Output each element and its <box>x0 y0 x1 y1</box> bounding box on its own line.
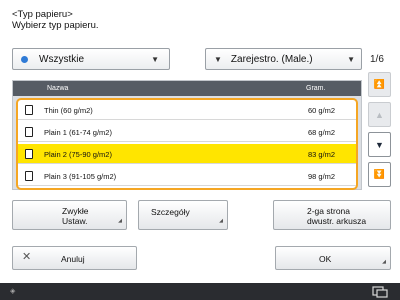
double-up-icon: ⏫ <box>373 79 386 89</box>
screen-header: <Typ papieru> Wybierz typ papieru. <box>12 9 99 31</box>
corner-arrow-icon: ◢ <box>118 218 122 224</box>
details-button[interactable]: Szczegóły ◢ <box>138 200 228 230</box>
paper-gram: 98 g/m2 <box>308 172 336 181</box>
list-item[interactable]: Thin (60 g/m2) 60 g/m2 <box>18 100 356 120</box>
corner-arrow-icon: ◢ <box>382 259 386 265</box>
paper-type-list: Nazwa Gram. Thin (60 g/m2) 60 g/m2 Plain… <box>12 80 362 190</box>
double-down-icon: ⏬ <box>373 169 386 179</box>
list-item[interactable]: Plain 1 (61-74 g/m2) 68 g/m2 <box>18 122 356 142</box>
chevron-down-icon: ▼ <box>347 54 355 64</box>
corner-arrow-icon: ◢ <box>219 218 223 224</box>
default-settings-line1: Zwykłe <box>62 206 89 216</box>
second-side-line1: 2-ga strona <box>307 206 350 216</box>
ok-button[interactable]: OK ◢ <box>275 246 391 270</box>
column-header-name: Nazwa <box>47 85 69 92</box>
category-value: Wszystkie <box>39 53 84 65</box>
paper-gram: 83 g/m2 <box>308 150 336 159</box>
paper-name: Thin (60 g/m2) <box>44 106 93 115</box>
paper-icon <box>25 127 33 137</box>
paper-icon <box>25 171 33 181</box>
sort-dropdown[interactable]: ▼ Zarejestro. (Male.) ▼ <box>205 48 362 70</box>
sort-order-icon: ▼ <box>214 54 222 64</box>
scroll-up-button[interactable]: ▲ <box>368 102 391 127</box>
default-settings-label: Zwykłe Ustaw. <box>62 206 88 226</box>
screen-instruction: Wybierz typ papieru. <box>12 20 99 31</box>
paper-icon <box>25 149 33 159</box>
paper-gram: 68 g/m2 <box>308 128 336 137</box>
details-label: Szczegóły <box>151 207 190 217</box>
list-item-selected[interactable]: Plain 2 (75-90 g/m2) 83 g/m2 <box>18 144 356 164</box>
default-settings-line2: Ustaw. <box>62 216 88 226</box>
category-dot-icon <box>21 55 28 63</box>
paper-gram: 60 g/m2 <box>308 106 336 115</box>
chevron-down-icon: ▼ <box>375 139 384 150</box>
cancel-button[interactable]: ✕ Anuluj <box>12 246 137 270</box>
network-icon[interactable] <box>372 285 388 298</box>
list-item[interactable]: Plain 3 (91-105 g/m2) 98 g/m2 <box>18 166 356 186</box>
sort-value: Zarejestro. (Male.) <box>230 53 313 65</box>
category-dropdown[interactable]: Wszystkie ▼ <box>12 48 170 70</box>
page-indicator: 1/6 <box>370 54 384 65</box>
paper-icon <box>25 105 33 115</box>
scroll-top-button[interactable]: ⏫ <box>368 72 391 97</box>
paper-name: Plain 3 (91-105 g/m2) <box>44 172 117 181</box>
close-icon: ✕ <box>22 251 32 263</box>
chevron-up-icon: ▲ <box>375 109 384 120</box>
cancel-label: Anuluj <box>61 254 85 264</box>
list-rows: Thin (60 g/m2) 60 g/m2 Plain 1 (61-74 g/… <box>16 98 358 190</box>
ok-label: OK <box>319 254 332 264</box>
chevron-down-icon: ▼ <box>151 54 159 64</box>
default-settings-button[interactable]: Zwykłe Ustaw. ◢ <box>12 200 127 230</box>
second-side-line2: dwustr. arkusza <box>307 216 367 226</box>
screen-title: <Typ papieru> <box>12 9 73 20</box>
status-indicator-icon: ◈ <box>10 288 16 295</box>
status-bar: ◈ <box>0 283 400 300</box>
second-side-button[interactable]: 2-ga strona dwustr. arkusza <box>273 200 391 230</box>
second-side-label: 2-ga strona dwustr. arkusza <box>307 206 366 226</box>
scroll-down-button[interactable]: ▼ <box>368 132 391 157</box>
scroll-bottom-button[interactable]: ⏬ <box>368 162 391 187</box>
column-header-gram: Gram. <box>306 85 326 92</box>
paper-name: Plain 2 (75-90 g/m2) <box>44 150 112 159</box>
paper-name: Plain 1 (61-74 g/m2) <box>44 128 112 137</box>
list-header: Nazwa Gram. <box>13 81 361 96</box>
